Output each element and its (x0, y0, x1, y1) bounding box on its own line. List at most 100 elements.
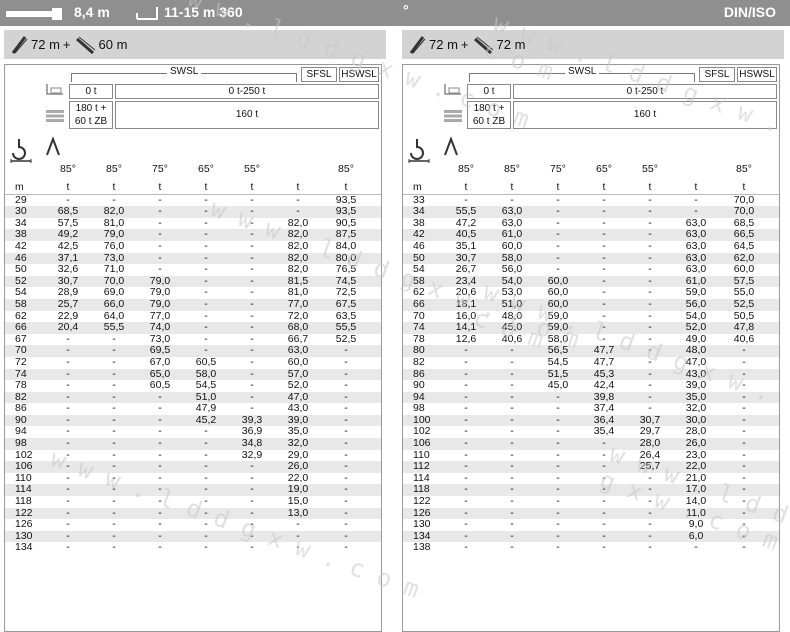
angle-cell: 85° (458, 163, 474, 175)
radius-cell: 134 (15, 541, 33, 554)
capacity-cell: - (204, 263, 208, 276)
capacity-cell: - (250, 495, 254, 508)
radius-cell: 106 (413, 437, 431, 450)
capacity-cell: - (344, 379, 348, 392)
capacity-cell: 56,0 (685, 297, 707, 310)
capacity-cell: - (250, 379, 254, 392)
capacity-cell: 15,0 (287, 495, 309, 508)
radius-cell: 82 (413, 355, 425, 368)
capacity-cell: 64,5 (733, 239, 755, 252)
capacity-cell: 45,0 (547, 379, 569, 392)
unit-cell: t (296, 181, 300, 193)
capacity-cell: - (694, 541, 698, 554)
table-row: 58 25,7 66,0 79,0 - - 77,0 67,5 (5, 297, 381, 311)
main-boom-icon (408, 35, 426, 55)
capacity-cell: 52,0 (685, 321, 707, 334)
superlift-icon (45, 109, 65, 128)
angle-cell: 85° (736, 163, 752, 175)
angle-cell: 65° (596, 163, 612, 175)
table-header: SWSL SFSL HSWSL 0 t0 t-250 t 180 t + 60 t ZB… (5, 65, 381, 182)
unit-cell: m (413, 181, 422, 193)
table-row: 66 20,4 55,5 74,0 - - 68,0 55,5 (5, 322, 381, 334)
capacity-cell: - (112, 379, 116, 392)
capacity-cell: 35,1 (455, 239, 477, 252)
load-chart-panel-left: 72 m +60 m SWSL SFSL HSWSL 0 t0 t-250 t 180 t … (4, 30, 386, 632)
capacity-cell: - (556, 541, 560, 554)
table-row: 70- -69,5- -63,0- (5, 345, 381, 357)
table-row: 106- - - -28,0 26,0- (403, 437, 779, 450)
capacity-cell: - (66, 541, 70, 554)
capacity-cell: 63,0 (685, 263, 707, 276)
radius-cell: 72 (15, 355, 27, 368)
unit-cell: t (66, 181, 70, 193)
radius-cell: 118 (15, 495, 32, 508)
degree-mark: ° (403, 2, 409, 18)
capacity-cell: - (464, 495, 468, 508)
angle-cell: 85° (504, 163, 520, 175)
jib-angle-icon (443, 135, 459, 162)
capacity-cell: - (602, 263, 606, 276)
sfsl-label: SFSL (301, 67, 337, 82)
capacity-cell: 60,5 (149, 379, 171, 392)
unit-cell: t (556, 181, 560, 193)
standard-label: DIN/ISO (723, 4, 776, 20)
capacity-cell: 56,0 (501, 263, 523, 276)
capacity-cell: - (464, 541, 468, 554)
capacity-cell: 55,5 (103, 321, 125, 334)
table-row: 74- -65,0 58,0-57,0- (5, 368, 381, 381)
unit-cell: t (602, 181, 606, 193)
capacity-cell: - (556, 495, 560, 508)
capacity-cell: - (556, 263, 560, 276)
capacity-cell: 32,6 (57, 263, 79, 276)
capacity-cell: - (510, 437, 514, 450)
capacity-cell: 74,0 (149, 321, 171, 334)
capacity-cell: - (344, 355, 348, 368)
capacity-cell: - (464, 355, 468, 368)
capacity-cell: - (344, 437, 348, 450)
capacity-cell: - (158, 541, 162, 554)
header-bar: 8,4 m 11-15 m 360 ° DIN/ISO (0, 0, 790, 26)
superlift-right: 160 t (115, 101, 379, 129)
capacity-cell: - (556, 239, 560, 252)
capacity-cell: - (204, 239, 208, 252)
luffing-jib-icon (74, 35, 96, 55)
capacity-cell: - (742, 437, 746, 450)
ballast-left: 0 t (69, 84, 113, 99)
ballast-right: 0 t-250 t (115, 84, 379, 99)
table-row: 72 - - 67,0 60,5 - 60,0 - (5, 355, 381, 369)
capacity-cell: - (158, 239, 162, 252)
unit-cell: m (15, 181, 24, 193)
angle-cell (673, 163, 719, 175)
capacity-cell: - (464, 379, 468, 392)
capacity-cell: - (250, 297, 254, 310)
unit-cell: t (344, 181, 348, 193)
radius-cell: 138 (413, 541, 431, 554)
capacity-cell: 42,5 (57, 239, 79, 252)
angle-row: 85° 85° 75° 65° 55° 85° (403, 163, 779, 175)
capacity-cell: 26,7 (455, 263, 477, 276)
radius-cell: 74 (413, 321, 425, 334)
angle-cell: 55° (244, 163, 260, 175)
counterweight-ballast-icon (45, 82, 65, 103)
capacity-cell: 47,8 (733, 321, 755, 334)
angle-cell: 85° (106, 163, 122, 175)
capacity-cell: - (158, 437, 162, 450)
angle-cell: 65° (198, 163, 214, 175)
superlift-left: 180 t + 60 t ZB (69, 101, 113, 129)
table-row: 82- - -51,0-47,0- (5, 391, 381, 404)
counterweight-icon (6, 7, 62, 25)
capacity-cell: 60,0 (287, 355, 309, 368)
capacity-cell: - (510, 495, 514, 508)
table-row: 46 35,1 60,0 - - - 63,0 64,5 (403, 239, 779, 253)
table-row: 110- - - -26,4 23,0- (403, 449, 779, 462)
capacity-cell: 82,0 (287, 263, 309, 276)
swsl-label: SWSL (167, 66, 202, 77)
capacity-cell: - (464, 437, 468, 450)
boom-length: 72 m (429, 37, 458, 52)
capacity-cell: 25,7 (57, 297, 79, 310)
unit-cell: t (648, 181, 652, 193)
capacity-cell: - (66, 379, 70, 392)
plus-sign: + (460, 37, 469, 52)
capacity-cell: 63,0 (685, 239, 707, 252)
radius-cell: 78 (15, 379, 27, 392)
